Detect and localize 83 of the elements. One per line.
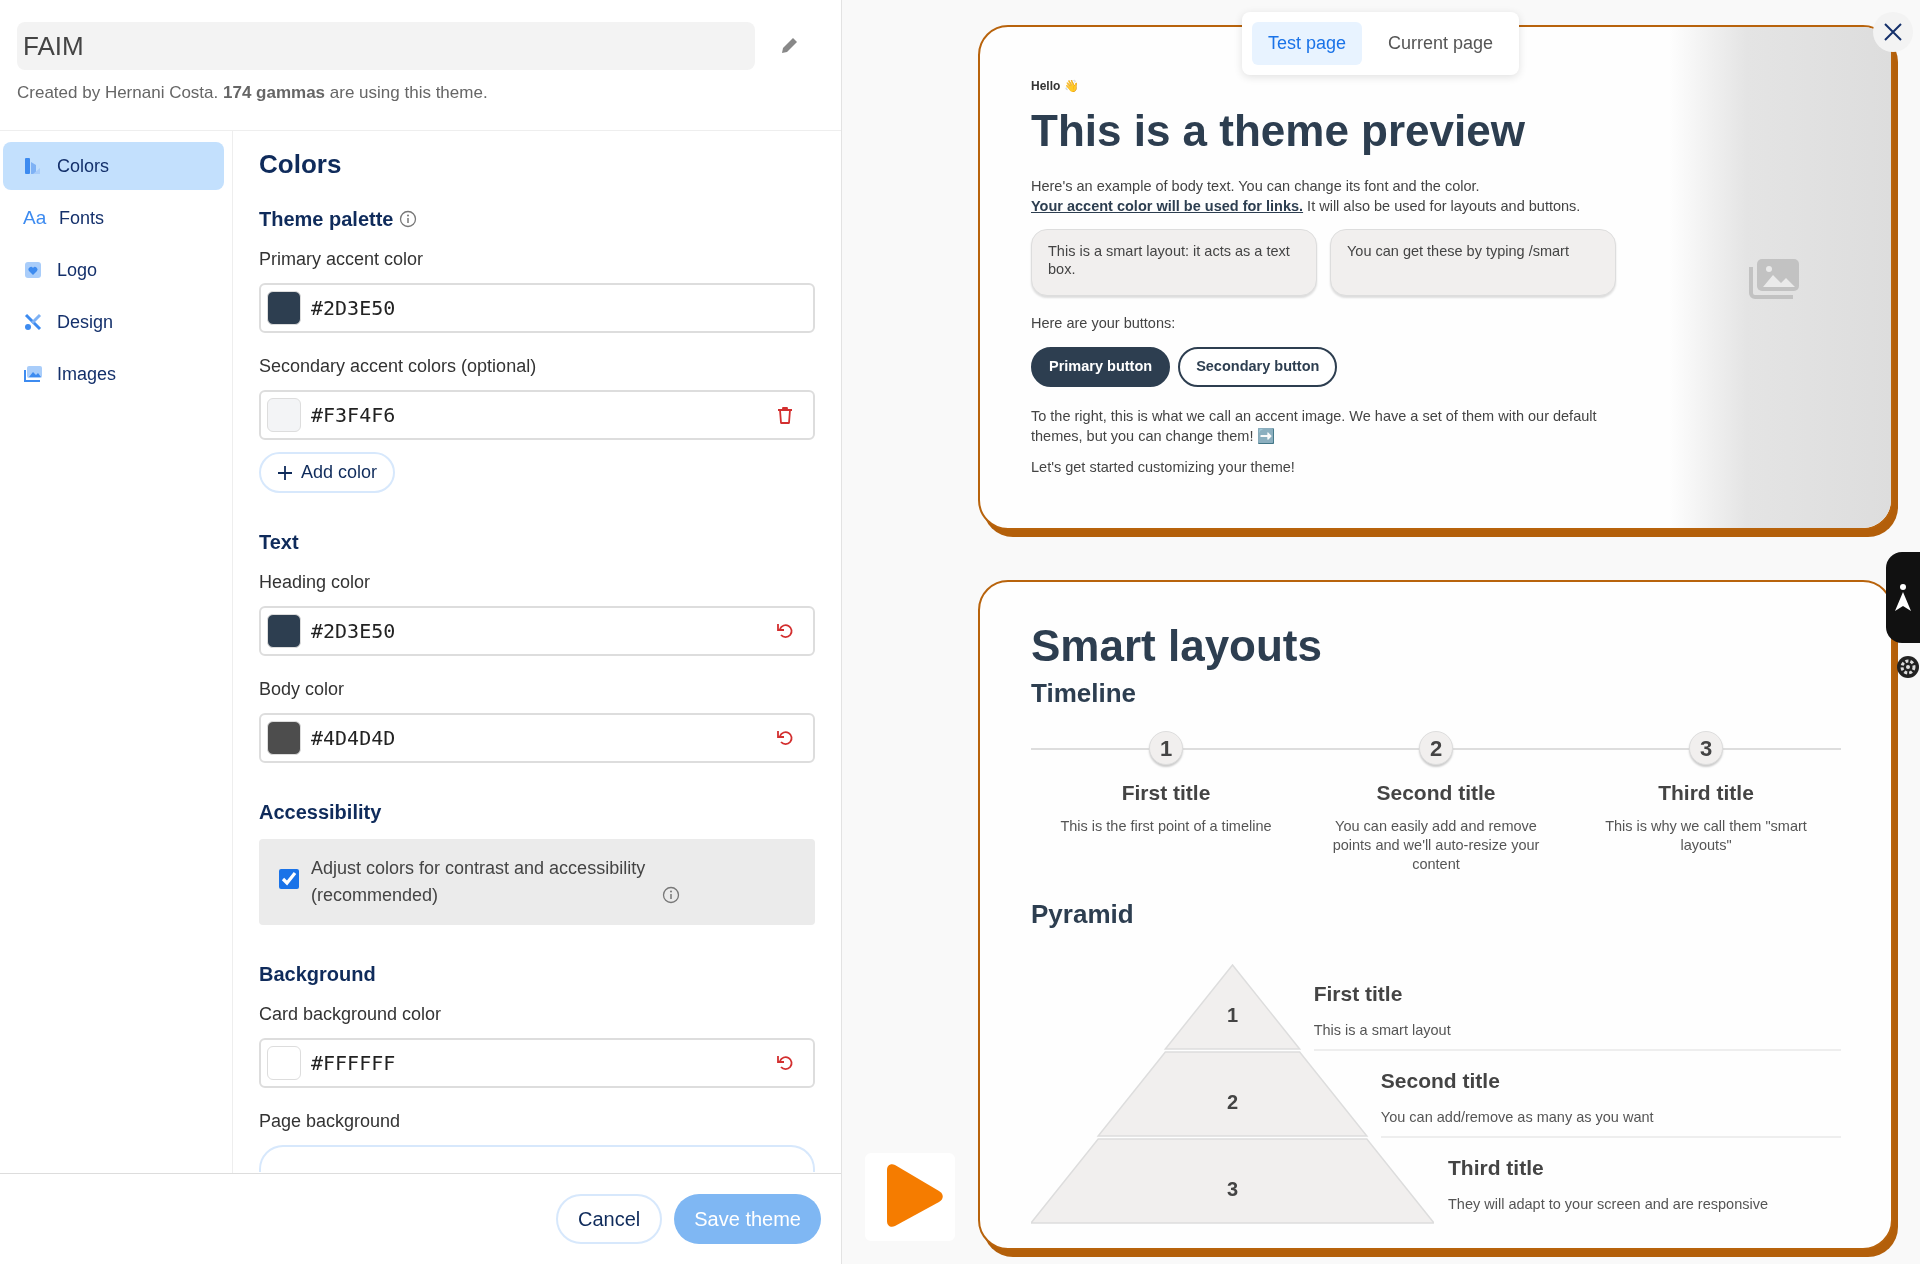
step-text: This is why we call them "smart layouts" [1604, 816, 1808, 855]
field-label: Body color [259, 678, 346, 702]
body-paragraph: Let's get started customizing your theme! [1031, 458, 1296, 478]
level-title: Second title [1380, 1068, 1501, 1095]
greeting-text: Hello 👋 [1031, 78, 1080, 95]
trash-icon[interactable] [775, 405, 795, 426]
hex-value: #2D3E50 [311, 618, 397, 646]
panel-title: Colors [259, 149, 343, 181]
app-logo[interactable] [865, 1153, 955, 1241]
palette-icon [23, 156, 43, 176]
step-text: This is the first point of a timeline [1059, 816, 1273, 836]
hex-value: #FFFFFF [311, 1050, 397, 1078]
image-icon [23, 364, 43, 384]
color-field[interactable]: #2D3E50 [259, 283, 815, 334]
color-field[interactable]: #F3F4F6 [259, 390, 815, 441]
side-tab[interactable] [1886, 552, 1920, 643]
color-swatch[interactable] [267, 1046, 301, 1081]
sidebar-item[interactable]: Design [3, 298, 224, 346]
link[interactable]: Your accent color will be used for links. [1031, 197, 1304, 214]
figure-icon [1894, 582, 1912, 613]
smart-layout-box: You can get these by typing /smart [1330, 228, 1616, 296]
level-text: This is a smart layout [1313, 1020, 1452, 1040]
step-title: Third title [1657, 780, 1755, 807]
step-number: 3 [1689, 731, 1723, 766]
cancel-button[interactable]: Cancel [556, 1194, 663, 1244]
sidebar-item[interactable]: Colors [3, 142, 224, 190]
field-label: Secondary accent colors (optional) [259, 355, 538, 379]
step-text: You can easily add and remove points and we'll auto-resize your content [1331, 816, 1541, 874]
color-swatch[interactable] [267, 398, 301, 433]
secondary-button[interactable]: Secondary button [1178, 347, 1338, 388]
body-paragraph: Here's an example of body text. You can change its font and the color. Your accent color will be used for links. It will also be used for layouts and buttons. [1031, 177, 1582, 216]
hex-value: #2D3E50 [311, 295, 397, 323]
step-number: 1 [1149, 731, 1183, 766]
pyramid-level: 3 [1031, 1138, 1434, 1226]
field-label: Page background [259, 1110, 402, 1134]
color-field[interactable]: #4D4D4D [259, 713, 815, 764]
body-paragraph: Here are your buttons: [1031, 313, 1177, 333]
color-field[interactable]: #2D3E50 [259, 606, 815, 657]
field-label: Heading color [259, 571, 372, 595]
color-swatch[interactable] [267, 721, 301, 756]
preview-title: This is a theme preview [1031, 107, 1526, 156]
color-swatch[interactable] [267, 291, 301, 326]
hex-value: #F3F4F6 [311, 402, 397, 430]
step-number: 2 [1419, 731, 1453, 766]
level-title: Third title [1448, 1155, 1545, 1182]
section-heading: Theme palette [259, 207, 394, 233]
primary-button[interactable]: Primary button [1031, 347, 1171, 388]
smart-layout-box: This is a smart layout: it acts as a text box. [1031, 228, 1317, 296]
section-heading: Accessibility [259, 800, 382, 826]
sidebar-item[interactable]: Images [3, 350, 224, 398]
field-label: Primary accent color [259, 248, 425, 272]
sidebar-item[interactable]: Aa Fonts [3, 194, 224, 242]
step-title: First title [1120, 780, 1212, 807]
section-heading: Text [259, 530, 299, 556]
preview-title: Smart layouts [1031, 622, 1323, 671]
close-button[interactable] [1873, 12, 1913, 52]
hex-value: #4D4D4D [311, 725, 397, 753]
plus-icon [277, 464, 293, 481]
add-color-button[interactable]: Add color [259, 452, 396, 494]
level-text: They will adapt to your screen and are responsive [1448, 1194, 1769, 1214]
settings-icon[interactable] [1896, 655, 1920, 679]
color-swatch[interactable] [267, 614, 301, 649]
font-icon: Aa [23, 203, 45, 233]
info-icon[interactable] [662, 886, 680, 905]
step-title: Second title [1375, 780, 1497, 807]
level-title: First title [1313, 981, 1404, 1008]
theme-credit: Created by Hernani Costa. 174 gammas are using this theme. [17, 82, 489, 104]
body-paragraph: To the right, this is what we call an accent image. We have a set of them with our default themes, but you can change them! ➡ [1031, 407, 1598, 446]
field-label: Card background color [259, 1003, 443, 1027]
section-heading: Pyramid [1031, 898, 1135, 932]
close-icon [1883, 22, 1903, 42]
level-text: You can add/remove as many as you want [1380, 1107, 1655, 1127]
section-heading: Timeline [1031, 677, 1137, 711]
sidebar-item[interactable]: Logo [3, 246, 224, 294]
brush-icon [23, 312, 43, 332]
theme-name-field[interactable]: FAIM [17, 22, 755, 70]
info-icon[interactable] [399, 210, 418, 229]
checkbox[interactable] [279, 869, 299, 890]
tab[interactable]: Test page [1252, 22, 1363, 65]
checkbox-label: Adjust colors for contrast and accessibility (recommended) [311, 857, 647, 908]
color-field[interactable]: #FFFFFF [259, 1038, 815, 1089]
section-heading: Background [259, 962, 376, 988]
pencil-icon[interactable] [779, 36, 800, 56]
